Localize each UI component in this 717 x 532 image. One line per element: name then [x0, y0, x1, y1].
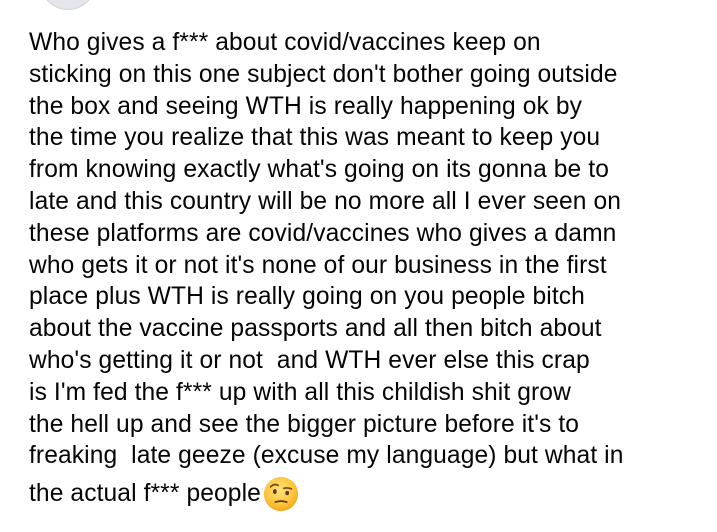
face-with-raised-eyebrow-emoji-icon	[262, 475, 300, 513]
post-line: about the vaccine passports and all then…	[29, 315, 602, 343]
post-line: the time you realize that this was meant…	[29, 124, 601, 152]
post-line: late and this country will be no more al…	[29, 187, 622, 215]
post-screen: Who gives a f*** about covid/vaccines ke…	[0, 0, 717, 532]
post-body: Who gives a f*** about covid/vaccines ke…	[29, 27, 709, 513]
post-line: place plus WTH is really going on you pe…	[29, 283, 585, 311]
post-line: is I'm fed the f*** up with all this chi…	[29, 378, 571, 406]
avatar[interactable]	[40, 0, 96, 10]
post-last-line: the actual f*** people	[29, 475, 709, 513]
post-line: who gets it or not it's none of our busi…	[29, 251, 607, 279]
post-line: from knowing exactly what's going on its…	[29, 156, 609, 184]
post-line: sticking on this one subject don't bothe…	[29, 60, 618, 88]
post-line: the box and seeing WTH is really happeni…	[29, 92, 583, 120]
post-line: Who gives a f*** about covid/vaccines ke…	[29, 29, 541, 56]
post-line: these platforms are covid/vaccines who g…	[29, 219, 617, 247]
post-line: freaking late geeze (excuse my language)…	[29, 442, 624, 470]
post-line: who's getting it or not and WTH ever els…	[29, 346, 590, 374]
post-line: the actual f*** people	[29, 480, 261, 508]
post-line: the hell up and see the bigger picture b…	[29, 410, 580, 438]
